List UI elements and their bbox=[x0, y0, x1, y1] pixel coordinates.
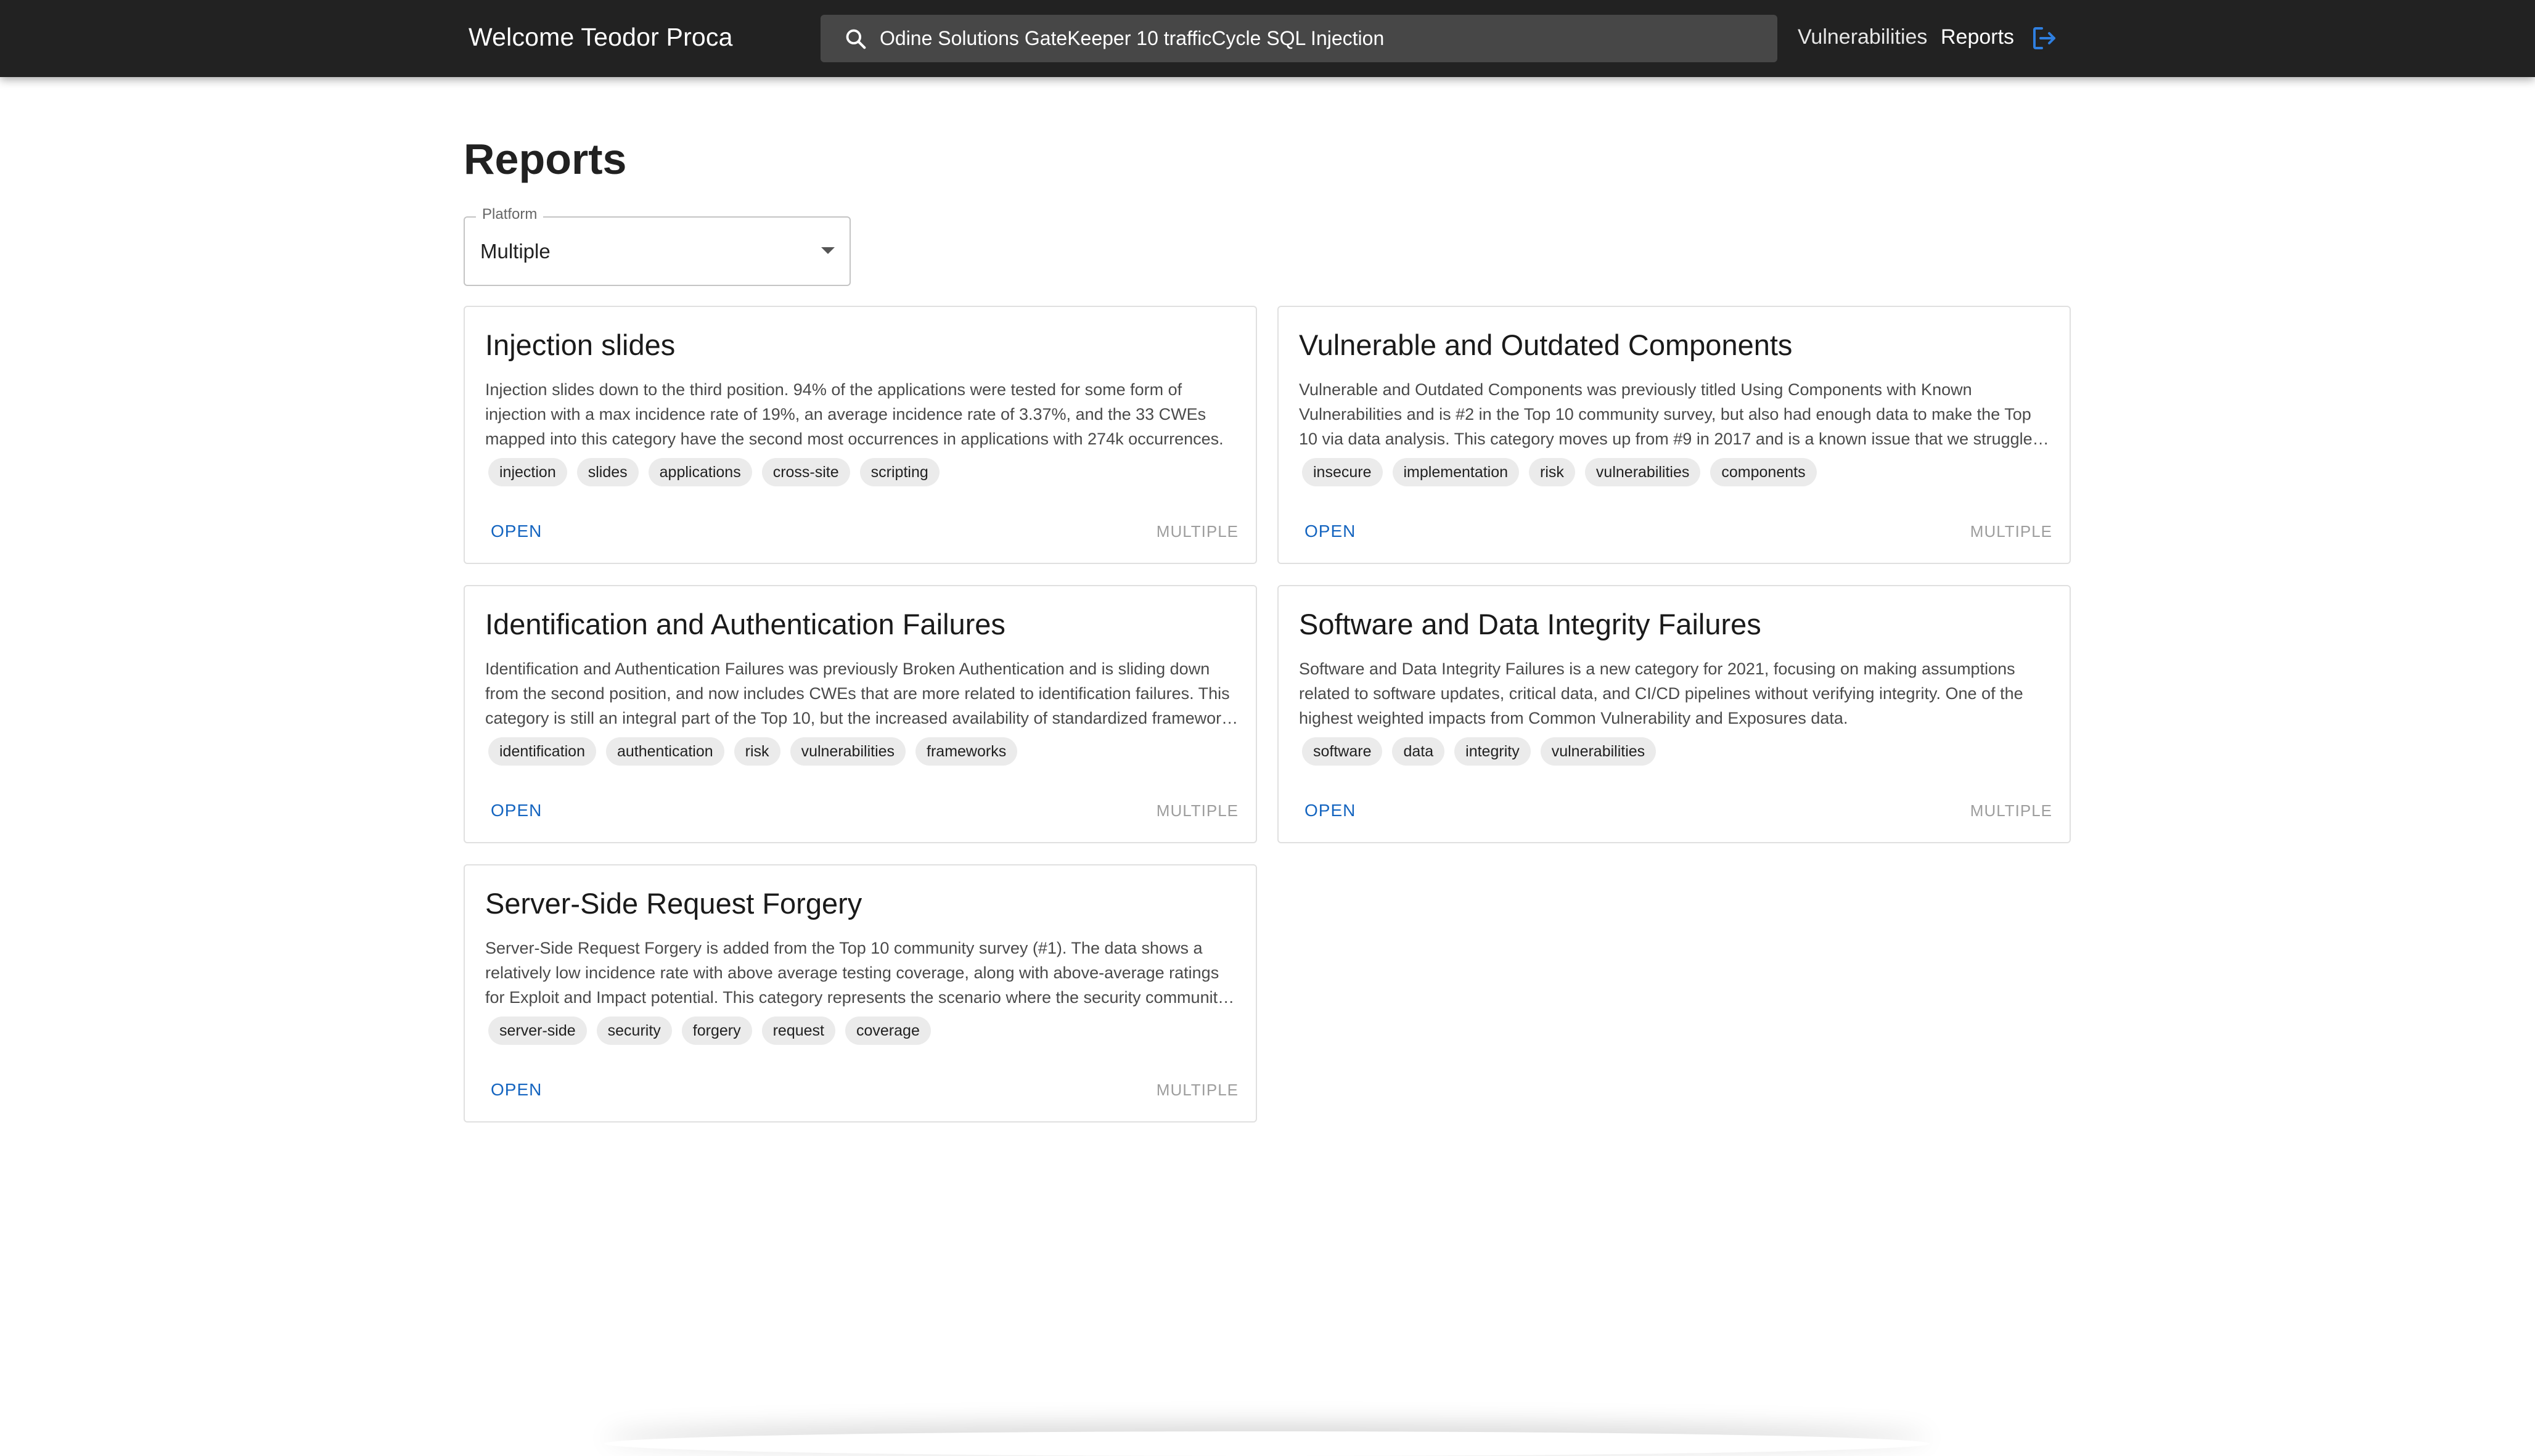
tag[interactable]: vulnerabilities bbox=[1584, 458, 1701, 486]
tag[interactable]: integrity bbox=[1454, 737, 1531, 766]
card-description: Identification and Authentication Failur… bbox=[485, 660, 1239, 727]
tag[interactable]: vulnerabilities bbox=[1540, 737, 1657, 766]
tag[interactable]: data bbox=[1392, 737, 1445, 766]
nav-vulnerabilities[interactable]: Vulnerabilities bbox=[1798, 0, 1927, 74]
open-button[interactable]: OPEN bbox=[1304, 796, 1356, 825]
tag[interactable]: frameworks bbox=[915, 737, 1018, 766]
tag-list: insecure implementation risk vulnerabili… bbox=[1302, 458, 1817, 486]
card-title: Server-Side Request Forgery bbox=[485, 887, 862, 920]
card-description: Injection slides down to the third posit… bbox=[485, 380, 1224, 448]
report-card: Vulnerable and Outdated Components Vulne… bbox=[1277, 306, 2071, 564]
app-bar: Welcome Teodor Proca Vulnerabilities Rep… bbox=[0, 0, 2535, 77]
search-input[interactable] bbox=[880, 15, 1777, 62]
open-button[interactable]: OPEN bbox=[1304, 517, 1356, 546]
tag[interactable]: identification bbox=[488, 737, 596, 766]
tag[interactable]: applications bbox=[648, 458, 752, 486]
open-button[interactable]: OPEN bbox=[491, 517, 542, 546]
card-title: Vulnerable and Outdated Components bbox=[1299, 329, 1793, 361]
nav-reports[interactable]: Reports bbox=[1941, 0, 2014, 74]
tag-list: server-side security forgery request cov… bbox=[488, 1016, 931, 1045]
tag[interactable]: components bbox=[1710, 458, 1817, 486]
report-card: Software and Data Integrity Failures Sof… bbox=[1277, 585, 2071, 843]
tag-list: identification authentication risk vulne… bbox=[488, 737, 1018, 766]
tag[interactable]: coverage bbox=[845, 1016, 931, 1045]
card-title: Injection slides bbox=[485, 329, 676, 361]
card-description: Software and Data Integrity Failures is … bbox=[1299, 660, 2023, 727]
tag-list: software data integrity vulnerabilities bbox=[1302, 737, 1657, 766]
card-platform: MULTIPLE bbox=[1156, 801, 1239, 820]
tag[interactable]: server-side bbox=[488, 1016, 587, 1045]
card-title: Identification and Authentication Failur… bbox=[485, 608, 1005, 640]
page-title: Reports bbox=[464, 135, 627, 183]
tag[interactable]: implementation bbox=[1392, 458, 1520, 486]
tag[interactable]: injection bbox=[488, 458, 567, 486]
tag[interactable]: security bbox=[596, 1016, 672, 1045]
card-platform: MULTIPLE bbox=[1970, 801, 2052, 820]
report-card: Server-Side Request Forgery Server-Side … bbox=[464, 864, 1257, 1123]
search-box[interactable] bbox=[821, 15, 1777, 62]
report-card: Identification and Authentication Failur… bbox=[464, 585, 1257, 843]
welcome-message: Welcome Teodor Proca bbox=[469, 22, 733, 51]
tag[interactable]: software bbox=[1302, 737, 1383, 766]
tag[interactable]: authentication bbox=[605, 737, 724, 766]
search-icon bbox=[821, 15, 880, 62]
tag[interactable]: scripting bbox=[859, 458, 940, 486]
card-description: Server-Side Request Forgery is added fro… bbox=[485, 939, 1226, 1007]
tag[interactable]: risk bbox=[734, 737, 780, 766]
open-button[interactable]: OPEN bbox=[491, 1075, 542, 1105]
report-card: Injection slides Injection slides down t… bbox=[464, 306, 1257, 564]
tag[interactable]: risk bbox=[1529, 458, 1575, 486]
card-platform: MULTIPLE bbox=[1970, 521, 2052, 541]
card-platform: MULTIPLE bbox=[1156, 1080, 1239, 1099]
tag[interactable]: slides bbox=[576, 458, 639, 486]
bottom-edge-shadow bbox=[604, 1431, 1930, 1456]
tag[interactable]: cross-site bbox=[761, 458, 850, 486]
open-button[interactable]: OPEN bbox=[491, 796, 542, 825]
card-platform: MULTIPLE bbox=[1156, 521, 1239, 541]
tag[interactable]: forgery bbox=[681, 1016, 752, 1045]
tag-list: injection slides applications cross-site… bbox=[488, 458, 940, 486]
tag[interactable]: insecure bbox=[1302, 458, 1383, 486]
card-title: Software and Data Integrity Failures bbox=[1299, 608, 1761, 640]
platform-select[interactable]: Platform Multiple bbox=[464, 206, 851, 286]
dropdown-arrow-icon bbox=[821, 247, 835, 254]
tag[interactable]: vulnerabilities bbox=[790, 737, 906, 766]
card-description: Vulnerable and Outdated Components was p… bbox=[1299, 380, 2051, 448]
platform-select-value: Multiple bbox=[480, 239, 551, 263]
tag[interactable]: request bbox=[761, 1016, 835, 1045]
logout-icon[interactable] bbox=[2029, 23, 2059, 53]
